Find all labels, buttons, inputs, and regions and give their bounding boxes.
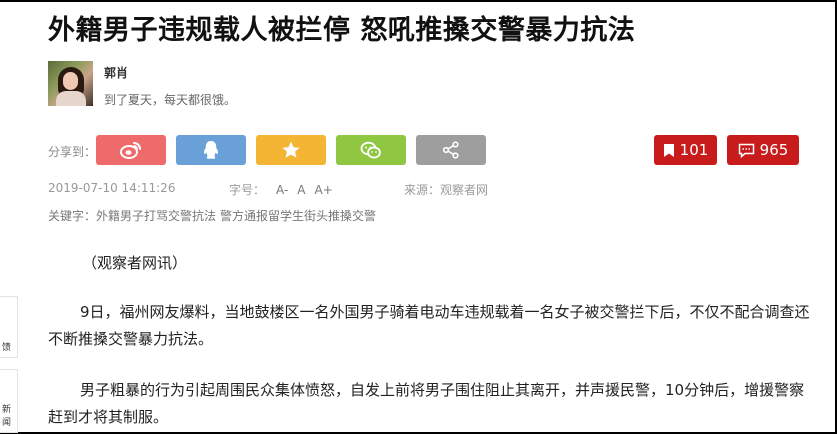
- keywords-label: 关键字：: [48, 209, 97, 223]
- keyword-link[interactable]: 外籍男子打骂交警抗法: [96, 209, 216, 223]
- author-avatar[interactable]: [48, 61, 93, 106]
- share-qq-button[interactable]: [176, 135, 246, 165]
- comment-count: 965: [759, 141, 789, 159]
- side-tab-label: 馈: [2, 343, 12, 353]
- bookmark-icon: [663, 143, 674, 157]
- bookmark-count-button[interactable]: 101: [654, 135, 717, 165]
- keywords: 关键字：外籍男子打骂交警抗法 警方通报留学生街头推搡交警: [48, 207, 376, 224]
- font-size-label: 字号：: [229, 183, 266, 197]
- side-news-tab[interactable]: 新闻: [0, 369, 18, 433]
- weibo-icon: [120, 142, 141, 159]
- qq-icon: [203, 141, 219, 159]
- share-weibo-button[interactable]: [96, 135, 166, 165]
- share-label: 分享到：: [48, 145, 97, 159]
- share-more-button[interactable]: [416, 135, 486, 165]
- side-feedback-tab[interactable]: 馈: [0, 296, 18, 358]
- window-frame-top: [0, 0, 837, 2]
- share-wechat-button[interactable]: [336, 135, 406, 165]
- author-name[interactable]: 郭肖: [104, 64, 128, 81]
- author-signature: 到了夏天，每天都很饿。: [104, 93, 237, 107]
- share-icon: [442, 141, 459, 159]
- article-paragraph: 9日，福州网友爆料，当地鼓楼区一名外国男子骑着电动车违规载着一名女子被交警拦下后…: [48, 303, 810, 348]
- side-tab-label: 新闻: [2, 405, 12, 428]
- star-icon: [282, 141, 300, 158]
- article-paragraph: 男子粗暴的行为引起周围民众集体愤怒，自发上前将男子围住阻止其离开，并声援民警，1…: [48, 381, 805, 426]
- publish-time: 2019-07-10 14:11:26: [48, 181, 176, 195]
- comment-icon: [738, 143, 754, 158]
- wechat-icon: [360, 141, 381, 159]
- article-title: 外籍男子违规载人被拦停 怒吼推搡交警暴力抗法: [48, 15, 636, 46]
- font-size-large-button[interactable]: A+: [315, 183, 333, 197]
- bookmark-count: 101: [679, 141, 709, 159]
- article-paragraph: （观察者网讯）: [82, 254, 188, 272]
- font-size-normal-button[interactable]: A: [297, 183, 305, 197]
- comment-count-button[interactable]: 965: [727, 135, 799, 165]
- keyword-link[interactable]: 警方通报留学生街头推搡交警: [220, 209, 376, 223]
- font-size-small-button[interactable]: A-: [276, 183, 288, 197]
- article-source: 来源：观察者网: [404, 183, 489, 197]
- font-size-control: 字号： A- A A+: [229, 181, 333, 198]
- share-favorite-button[interactable]: [256, 135, 326, 165]
